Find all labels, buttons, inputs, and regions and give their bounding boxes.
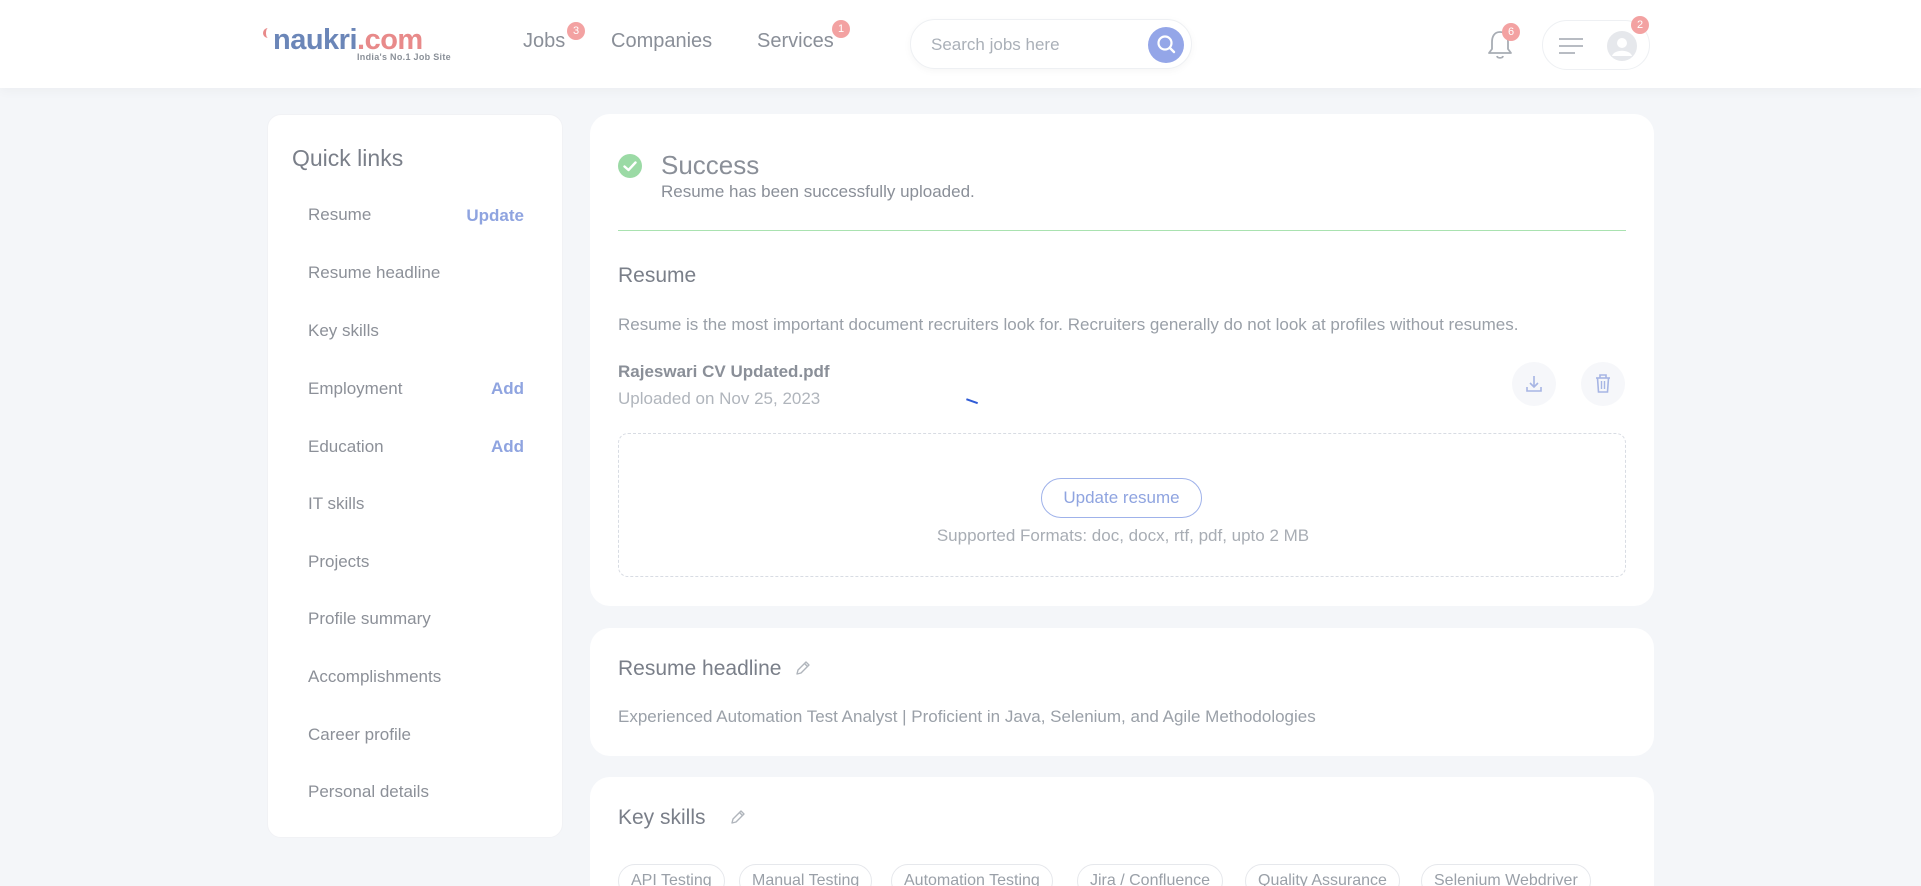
sidebar-item-key-skills[interactable]: Key skills [308, 321, 379, 341]
naukri-logo[interactable]: naukri.com India's No.1 Job Site [263, 24, 455, 64]
services-badge: 1 [832, 20, 850, 38]
resume-headline-card: Resume headline Experienced Automation T… [590, 628, 1654, 756]
top-header: naukri.com India's No.1 Job Site Jobs 3 … [0, 0, 1921, 88]
profile-menu-button[interactable]: 2 [1542, 16, 1650, 70]
skill-chip: Jira / Confluence [1077, 864, 1224, 886]
sidebar-education-add-link[interactable]: Add [491, 437, 524, 457]
nav-companies[interactable]: Companies [611, 30, 712, 53]
nav-companies-label: Companies [611, 30, 713, 52]
skill-chip: Manual Testing [739, 864, 873, 886]
hamburger-icon [1559, 38, 1583, 54]
logo-tagline: India's No.1 Job Site [357, 52, 451, 62]
key-skills-title: Key skills [618, 806, 706, 829]
update-resume-button[interactable]: Update resume [1041, 478, 1202, 518]
quick-links-title: Quick links [292, 145, 404, 171]
notifications-badge: 6 [1502, 23, 1520, 41]
sidebar-item-resume[interactable]: Resume [308, 205, 371, 225]
sidebar-item-it-skills[interactable]: IT skills [308, 494, 364, 514]
sidebar-item-resume-headline[interactable]: Resume headline [308, 263, 440, 283]
resume-description: Resume is the most important document re… [618, 315, 1519, 334]
loading-spinner-icon [963, 398, 979, 410]
key-skills-card: Key skills API Testing Manual Testing Au… [590, 777, 1654, 886]
success-message: Resume has been successfully uploaded. [661, 182, 975, 201]
nav-services-label: Services [757, 30, 834, 52]
nav-jobs-label: Jobs [523, 30, 566, 52]
notifications-button[interactable]: 6 [1485, 23, 1520, 62]
resume-headline-text: Experienced Automation Test Analyst | Pr… [618, 707, 1316, 726]
jobs-badge: 3 [567, 22, 585, 40]
resume-headline-title: Resume headline [618, 657, 782, 680]
resume-drop-zone[interactable]: Update resume Supported Formats: doc, do… [618, 433, 1626, 577]
sidebar-item-accomplishments[interactable]: Accomplishments [308, 667, 441, 687]
sidebar-item-career-profile[interactable]: Career profile [308, 725, 411, 745]
skill-chip: API Testing [618, 864, 725, 886]
search-icon [1157, 35, 1176, 54]
quick-links-sidebar: Quick links Resume Update Resume headlin… [267, 114, 563, 838]
download-icon [1526, 376, 1542, 392]
edit-headline-icon[interactable] [794, 659, 812, 677]
search-button[interactable] [1148, 27, 1184, 63]
resume-card: Success Resume has been successfully upl… [590, 114, 1654, 606]
avatar-icon [1607, 31, 1637, 61]
sidebar-item-personal-details[interactable]: Personal details [308, 782, 429, 802]
resume-section-title: Resume [618, 264, 697, 287]
sidebar-item-profile-summary[interactable]: Profile summary [308, 609, 431, 629]
supported-formats-text: Supported Formats: doc, docx, rtf, pdf, … [936, 526, 1310, 545]
trash-icon [1596, 374, 1610, 393]
success-divider [618, 230, 1626, 231]
menu-badge: 2 [1631, 16, 1649, 34]
nav-services[interactable]: Services 1 [757, 20, 850, 53]
search-input[interactable] [931, 32, 1131, 58]
skill-chip: Selenium Webdriver [1421, 864, 1591, 886]
sidebar-resume-update-link[interactable]: Update [466, 206, 524, 226]
sidebar-employment-add-link[interactable]: Add [491, 379, 524, 399]
edit-key-skills-icon[interactable] [729, 808, 747, 826]
sidebar-item-projects[interactable]: Projects [308, 552, 369, 572]
skill-chip: Quality Assurance [1245, 864, 1400, 886]
success-title: Success [661, 150, 760, 180]
success-check-icon [618, 154, 642, 178]
nav-jobs[interactable]: Jobs 3 [523, 22, 585, 53]
download-resume-button[interactable] [1512, 362, 1556, 406]
delete-resume-button[interactable] [1581, 362, 1625, 406]
resume-file-name: Rajeswari CV Updated.pdf [618, 362, 830, 381]
skill-chip: Automation Testing [891, 864, 1053, 886]
search-bar [910, 19, 1192, 69]
sidebar-item-education[interactable]: Education [308, 437, 384, 457]
sidebar-item-employment[interactable]: Employment [308, 379, 402, 399]
logo-text-main: naukri [273, 24, 358, 56]
resume-upload-date: Uploaded on Nov 25, 2023 [618, 389, 821, 408]
